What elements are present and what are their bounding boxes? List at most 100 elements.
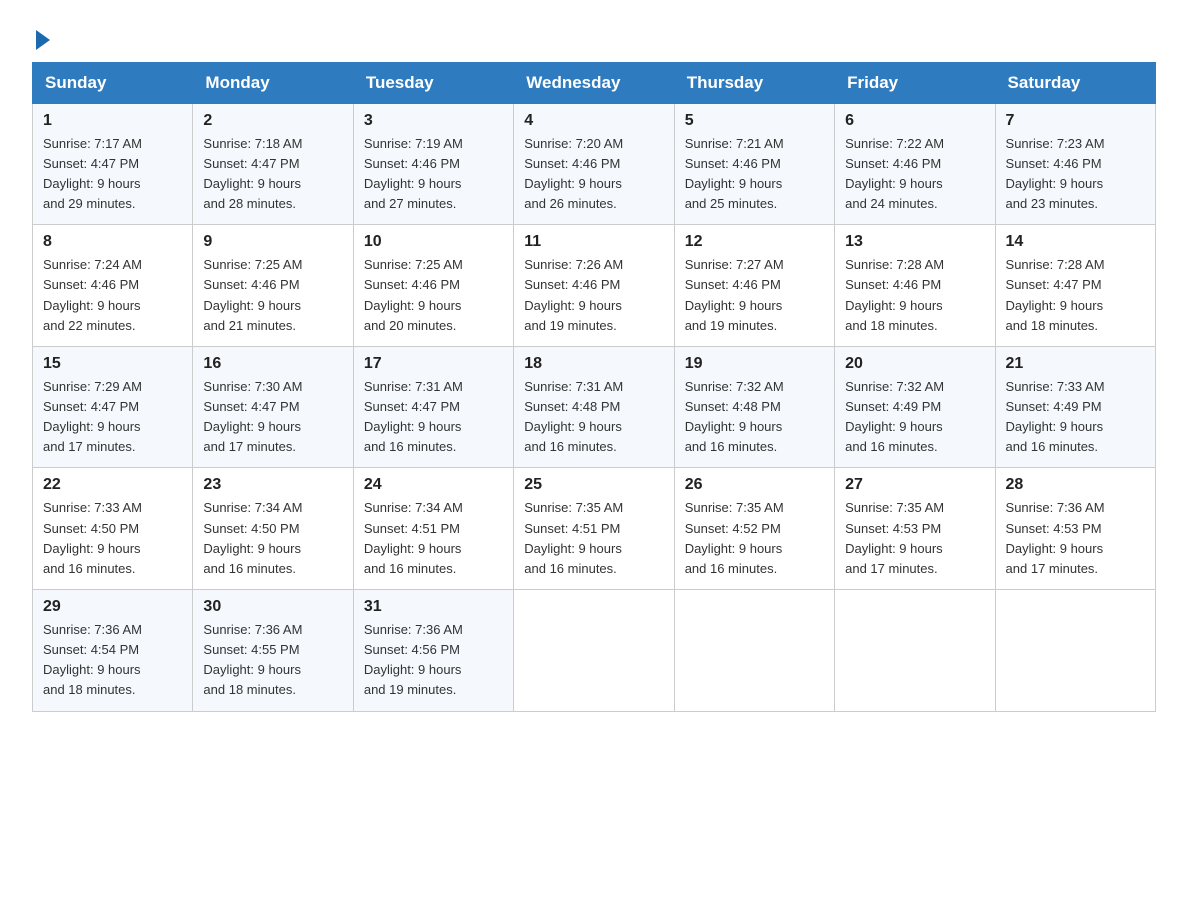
day-number: 6 <box>845 112 984 130</box>
weekday-header-monday: Monday <box>193 62 353 103</box>
day-number: 22 <box>43 476 182 494</box>
calendar-cell: 23 Sunrise: 7:34 AMSunset: 4:50 PMDayligh… <box>193 468 353 590</box>
day-number: 26 <box>685 476 824 494</box>
day-number: 29 <box>43 598 182 616</box>
calendar-cell: 27 Sunrise: 7:35 AMSunset: 4:53 PMDayligh… <box>835 468 995 590</box>
calendar-cell: 14 Sunrise: 7:28 AMSunset: 4:47 PMDayligh… <box>995 225 1155 347</box>
day-info: Sunrise: 7:29 AMSunset: 4:47 PMDaylight:… <box>43 377 182 458</box>
calendar-cell: 24 Sunrise: 7:34 AMSunset: 4:51 PMDayligh… <box>353 468 513 590</box>
day-number: 14 <box>1006 233 1145 251</box>
day-number: 13 <box>845 233 984 251</box>
day-number: 9 <box>203 233 342 251</box>
calendar-cell: 21 Sunrise: 7:33 AMSunset: 4:49 PMDayligh… <box>995 346 1155 468</box>
day-info: Sunrise: 7:28 AMSunset: 4:47 PMDaylight:… <box>1006 255 1145 336</box>
calendar-week-3: 15 Sunrise: 7:29 AMSunset: 4:47 PMDayligh… <box>33 346 1156 468</box>
day-info: Sunrise: 7:32 AMSunset: 4:49 PMDaylight:… <box>845 377 984 458</box>
day-info: Sunrise: 7:31 AMSunset: 4:48 PMDaylight:… <box>524 377 663 458</box>
calendar-cell: 2Sunrise: 7:18 AMSunset: 4:47 PMDaylight… <box>193 103 353 225</box>
calendar-cell: 26 Sunrise: 7:35 AMSunset: 4:52 PMDayligh… <box>674 468 834 590</box>
day-info: Sunrise: 7:24 AMSunset: 4:46 PMDaylight:… <box>43 255 182 336</box>
calendar-table: SundayMondayTuesdayWednesdayThursdayFrid… <box>32 62 1156 712</box>
calendar-cell: 3 Sunrise: 7:19 AMSunset: 4:46 PMDaylight… <box>353 103 513 225</box>
day-number: 31 <box>364 598 503 616</box>
day-info: Sunrise: 7:36 AMSunset: 4:55 PMDaylight:… <box>203 620 342 701</box>
calendar-cell: 17 Sunrise: 7:31 AMSunset: 4:47 PMDayligh… <box>353 346 513 468</box>
day-info: Sunrise: 7:23 AMSunset: 4:46 PMDaylight:… <box>1006 134 1145 215</box>
day-info: Sunrise: 7:20 AMSunset: 4:46 PMDaylight:… <box>524 134 663 215</box>
calendar-cell <box>835 590 995 712</box>
day-info: Sunrise: 7:35 AMSunset: 4:52 PMDaylight:… <box>685 498 824 579</box>
calendar-cell: 30 Sunrise: 7:36 AMSunset: 4:55 PMDayligh… <box>193 590 353 712</box>
logo-arrow-icon <box>36 30 50 50</box>
calendar-week-1: 1 Sunrise: 7:17 AMSunset: 4:47 PMDaylight… <box>33 103 1156 225</box>
weekday-header-thursday: Thursday <box>674 62 834 103</box>
day-info: Sunrise: 7:35 AMSunset: 4:51 PMDaylight:… <box>524 498 663 579</box>
day-info: Sunrise: 7:34 AMSunset: 4:50 PMDaylight:… <box>203 498 342 579</box>
weekday-header-saturday: Saturday <box>995 62 1155 103</box>
calendar-cell: 9 Sunrise: 7:25 AMSunset: 4:46 PMDaylight… <box>193 225 353 347</box>
weekday-header-sunday: Sunday <box>33 62 193 103</box>
calendar-cell: 22Sunrise: 7:33 AMSunset: 4:50 PMDayligh… <box>33 468 193 590</box>
day-number: 1 <box>43 112 182 130</box>
day-number: 21 <box>1006 355 1145 373</box>
day-number: 11 <box>524 233 663 251</box>
calendar-cell: 19 Sunrise: 7:32 AMSunset: 4:48 PMDayligh… <box>674 346 834 468</box>
day-info: Sunrise: 7:22 AMSunset: 4:46 PMDaylight:… <box>845 134 984 215</box>
day-number: 25 <box>524 476 663 494</box>
day-number: 10 <box>364 233 503 251</box>
day-number: 12 <box>685 233 824 251</box>
day-info: Sunrise: 7:18 AMSunset: 4:47 PMDaylight:… <box>203 134 342 215</box>
day-number: 19 <box>685 355 824 373</box>
day-number: 7 <box>1006 112 1145 130</box>
logo <box>32 24 50 52</box>
calendar-cell: 10 Sunrise: 7:25 AMSunset: 4:46 PMDayligh… <box>353 225 513 347</box>
day-number: 27 <box>845 476 984 494</box>
day-number: 16 <box>203 355 342 373</box>
day-number: 24 <box>364 476 503 494</box>
calendar-week-4: 22Sunrise: 7:33 AMSunset: 4:50 PMDayligh… <box>33 468 1156 590</box>
day-info: Sunrise: 7:31 AMSunset: 4:47 PMDaylight:… <box>364 377 503 458</box>
day-info: Sunrise: 7:34 AMSunset: 4:51 PMDaylight:… <box>364 498 503 579</box>
day-number: 15 <box>43 355 182 373</box>
weekday-header-wednesday: Wednesday <box>514 62 674 103</box>
day-info: Sunrise: 7:17 AMSunset: 4:47 PMDaylight:… <box>43 134 182 215</box>
calendar-cell <box>514 590 674 712</box>
calendar-week-5: 29 Sunrise: 7:36 AMSunset: 4:54 PMDayligh… <box>33 590 1156 712</box>
day-info: Sunrise: 7:28 AMSunset: 4:46 PMDaylight:… <box>845 255 984 336</box>
weekday-header-friday: Friday <box>835 62 995 103</box>
day-info: Sunrise: 7:36 AMSunset: 4:54 PMDaylight:… <box>43 620 182 701</box>
calendar-cell: 6 Sunrise: 7:22 AMSunset: 4:46 PMDaylight… <box>835 103 995 225</box>
calendar-cell: 15 Sunrise: 7:29 AMSunset: 4:47 PMDayligh… <box>33 346 193 468</box>
calendar-cell <box>995 590 1155 712</box>
calendar-cell: 16Sunrise: 7:30 AMSunset: 4:47 PMDayligh… <box>193 346 353 468</box>
day-number: 5 <box>685 112 824 130</box>
day-number: 8 <box>43 233 182 251</box>
day-info: Sunrise: 7:19 AMSunset: 4:46 PMDaylight:… <box>364 134 503 215</box>
calendar-cell: 13 Sunrise: 7:28 AMSunset: 4:46 PMDayligh… <box>835 225 995 347</box>
day-info: Sunrise: 7:25 AMSunset: 4:46 PMDaylight:… <box>203 255 342 336</box>
day-info: Sunrise: 7:35 AMSunset: 4:53 PMDaylight:… <box>845 498 984 579</box>
day-number: 28 <box>1006 476 1145 494</box>
day-number: 23 <box>203 476 342 494</box>
weekday-header-tuesday: Tuesday <box>353 62 513 103</box>
day-info: Sunrise: 7:25 AMSunset: 4:46 PMDaylight:… <box>364 255 503 336</box>
calendar-cell: 11Sunrise: 7:26 AMSunset: 4:46 PMDayligh… <box>514 225 674 347</box>
day-info: Sunrise: 7:36 AMSunset: 4:56 PMDaylight:… <box>364 620 503 701</box>
day-number: 30 <box>203 598 342 616</box>
day-number: 18 <box>524 355 663 373</box>
calendar-cell: 7 Sunrise: 7:23 AMSunset: 4:46 PMDaylight… <box>995 103 1155 225</box>
calendar-header-row: SundayMondayTuesdayWednesdayThursdayFrid… <box>33 62 1156 103</box>
calendar-cell: 5Sunrise: 7:21 AMSunset: 4:46 PMDaylight… <box>674 103 834 225</box>
calendar-cell: 12Sunrise: 7:27 AMSunset: 4:46 PMDayligh… <box>674 225 834 347</box>
day-number: 20 <box>845 355 984 373</box>
calendar-cell: 8 Sunrise: 7:24 AMSunset: 4:46 PMDaylight… <box>33 225 193 347</box>
day-number: 17 <box>364 355 503 373</box>
day-number: 3 <box>364 112 503 130</box>
page-header <box>32 24 1156 52</box>
day-info: Sunrise: 7:32 AMSunset: 4:48 PMDaylight:… <box>685 377 824 458</box>
calendar-cell: 18 Sunrise: 7:31 AMSunset: 4:48 PMDayligh… <box>514 346 674 468</box>
day-number: 4 <box>524 112 663 130</box>
calendar-cell <box>674 590 834 712</box>
day-info: Sunrise: 7:33 AMSunset: 4:49 PMDaylight:… <box>1006 377 1145 458</box>
calendar-cell: 1 Sunrise: 7:17 AMSunset: 4:47 PMDaylight… <box>33 103 193 225</box>
